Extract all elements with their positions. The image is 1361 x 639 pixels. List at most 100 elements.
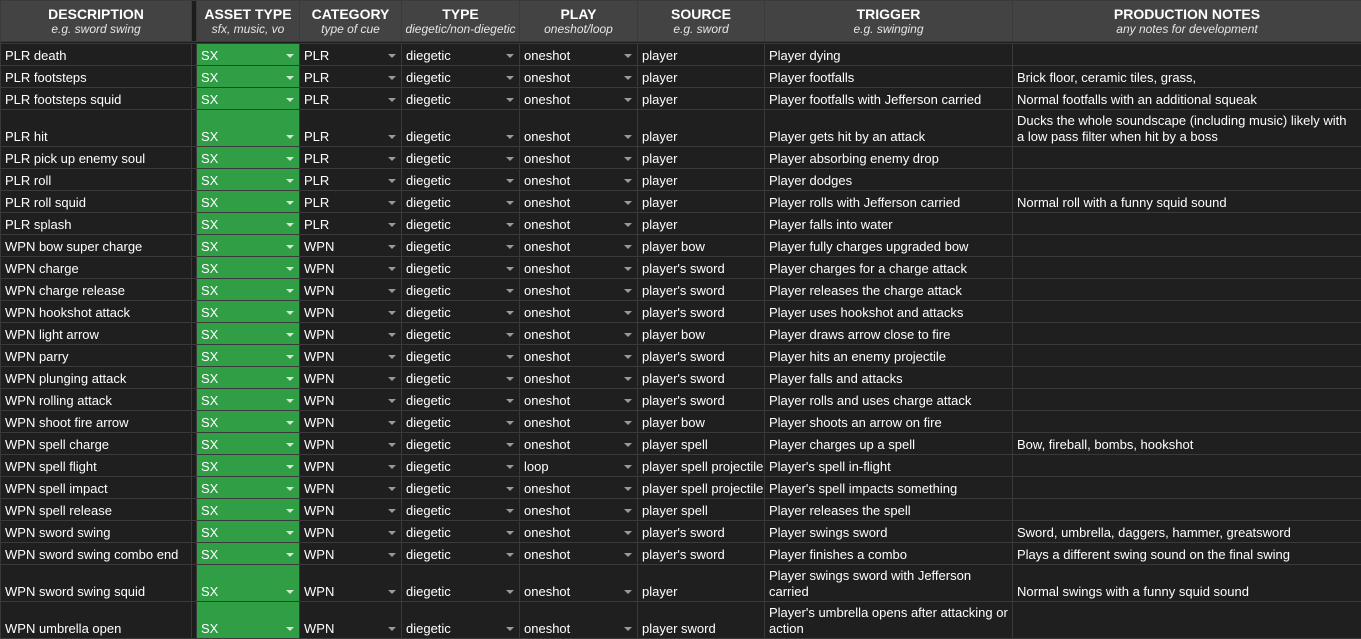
cell-category[interactable]: WPN: [300, 279, 402, 301]
cell-play[interactable]: oneshot: [520, 323, 638, 345]
dropdown-arrow-icon[interactable]: [388, 399, 396, 403]
cell-category[interactable]: WPN: [300, 433, 402, 455]
cell-production-notes[interactable]: Normal swings with a funny squid sound: [1013, 565, 1361, 602]
cell-category[interactable]: PLR: [300, 147, 402, 169]
cell-type[interactable]: diegetic: [402, 345, 520, 367]
cell-trigger[interactable]: Player rolls and uses charge attack: [765, 389, 1013, 411]
cell-production-notes[interactable]: Normal footfalls with an additional sque…: [1013, 88, 1361, 110]
dropdown-arrow-icon[interactable]: [506, 465, 514, 469]
cell-asset-type[interactable]: SX: [197, 66, 300, 88]
cell-play[interactable]: loop: [520, 455, 638, 477]
cell-source[interactable]: player's sword: [638, 257, 765, 279]
cell-type[interactable]: diegetic: [402, 367, 520, 389]
cell-category[interactable]: PLR: [300, 169, 402, 191]
dropdown-arrow-icon[interactable]: [286, 157, 294, 161]
cell-asset-type[interactable]: SX: [197, 543, 300, 565]
cell-asset-type[interactable]: SX: [197, 147, 300, 169]
cell-category[interactable]: PLR: [300, 44, 402, 66]
dropdown-arrow-icon[interactable]: [286, 377, 294, 381]
cell-production-notes[interactable]: [1013, 323, 1361, 345]
cell-production-notes[interactable]: [1013, 499, 1361, 521]
dropdown-arrow-icon[interactable]: [388, 355, 396, 359]
dropdown-arrow-icon[interactable]: [388, 421, 396, 425]
dropdown-arrow-icon[interactable]: [624, 487, 632, 491]
cell-production-notes[interactable]: Brick floor, ceramic tiles, grass,: [1013, 66, 1361, 88]
dropdown-arrow-icon[interactable]: [506, 590, 514, 594]
dropdown-arrow-icon[interactable]: [506, 377, 514, 381]
cell-category[interactable]: WPN: [300, 301, 402, 323]
dropdown-arrow-icon[interactable]: [388, 289, 396, 293]
cell-asset-type[interactable]: SX: [197, 433, 300, 455]
dropdown-arrow-icon[interactable]: [286, 487, 294, 491]
cell-asset-type[interactable]: SX: [197, 213, 300, 235]
dropdown-arrow-icon[interactable]: [506, 487, 514, 491]
dropdown-arrow-icon[interactable]: [388, 179, 396, 183]
cell-play[interactable]: oneshot: [520, 191, 638, 213]
dropdown-arrow-icon[interactable]: [286, 54, 294, 58]
cell-source[interactable]: player's sword: [638, 345, 765, 367]
cell-description[interactable]: PLR footsteps squid: [1, 88, 192, 110]
cell-asset-type[interactable]: SX: [197, 477, 300, 499]
cell-source[interactable]: player spell projectile: [638, 455, 765, 477]
dropdown-arrow-icon[interactable]: [286, 98, 294, 102]
cell-type[interactable]: diegetic: [402, 433, 520, 455]
dropdown-arrow-icon[interactable]: [624, 179, 632, 183]
dropdown-arrow-icon[interactable]: [624, 421, 632, 425]
dropdown-arrow-icon[interactable]: [388, 487, 396, 491]
dropdown-arrow-icon[interactable]: [624, 443, 632, 447]
dropdown-arrow-icon[interactable]: [388, 267, 396, 271]
cell-play[interactable]: oneshot: [520, 213, 638, 235]
cell-production-notes[interactable]: Normal roll with a funny squid sound: [1013, 191, 1361, 213]
cell-type[interactable]: diegetic: [402, 110, 520, 147]
cell-play[interactable]: oneshot: [520, 169, 638, 191]
cell-asset-type[interactable]: SX: [197, 367, 300, 389]
dropdown-arrow-icon[interactable]: [624, 399, 632, 403]
cell-play[interactable]: oneshot: [520, 433, 638, 455]
dropdown-arrow-icon[interactable]: [388, 333, 396, 337]
dropdown-arrow-icon[interactable]: [506, 333, 514, 337]
cell-source[interactable]: player: [638, 565, 765, 602]
cell-description[interactable]: WPN spell release: [1, 499, 192, 521]
cell-asset-type[interactable]: SX: [197, 301, 300, 323]
cell-trigger[interactable]: Player falls into water: [765, 213, 1013, 235]
cell-type[interactable]: diegetic: [402, 521, 520, 543]
dropdown-arrow-icon[interactable]: [388, 553, 396, 557]
dropdown-arrow-icon[interactable]: [506, 289, 514, 293]
cell-production-notes[interactable]: [1013, 213, 1361, 235]
dropdown-arrow-icon[interactable]: [286, 245, 294, 249]
cell-production-notes[interactable]: [1013, 235, 1361, 257]
dropdown-arrow-icon[interactable]: [624, 54, 632, 58]
cell-source[interactable]: player: [638, 110, 765, 147]
cell-asset-type[interactable]: SX: [197, 345, 300, 367]
cell-description[interactable]: WPN rolling attack: [1, 389, 192, 411]
cell-source[interactable]: player: [638, 66, 765, 88]
dropdown-arrow-icon[interactable]: [286, 531, 294, 535]
cell-type[interactable]: diegetic: [402, 602, 520, 639]
cell-asset-type[interactable]: SX: [197, 235, 300, 257]
dropdown-arrow-icon[interactable]: [624, 76, 632, 80]
cell-category[interactable]: WPN: [300, 521, 402, 543]
cell-trigger[interactable]: Player releases the charge attack: [765, 279, 1013, 301]
cell-source[interactable]: player spell: [638, 433, 765, 455]
dropdown-arrow-icon[interactable]: [624, 590, 632, 594]
cell-trigger[interactable]: Player rolls with Jefferson carried: [765, 191, 1013, 213]
dropdown-arrow-icon[interactable]: [506, 76, 514, 80]
cell-description[interactable]: PLR death: [1, 44, 192, 66]
dropdown-arrow-icon[interactable]: [506, 98, 514, 102]
dropdown-arrow-icon[interactable]: [506, 201, 514, 205]
dropdown-arrow-icon[interactable]: [624, 465, 632, 469]
dropdown-arrow-icon[interactable]: [286, 333, 294, 337]
cell-play[interactable]: oneshot: [520, 147, 638, 169]
dropdown-arrow-icon[interactable]: [624, 553, 632, 557]
cell-category[interactable]: WPN: [300, 389, 402, 411]
cell-asset-type[interactable]: SX: [197, 110, 300, 147]
cell-type[interactable]: diegetic: [402, 88, 520, 110]
cell-trigger[interactable]: Player shoots an arrow on fire: [765, 411, 1013, 433]
dropdown-arrow-icon[interactable]: [506, 223, 514, 227]
cell-trigger[interactable]: Player swings sword with Jefferson carri…: [765, 565, 1013, 602]
cell-type[interactable]: diegetic: [402, 257, 520, 279]
cell-production-notes[interactable]: [1013, 455, 1361, 477]
cell-play[interactable]: oneshot: [520, 279, 638, 301]
cell-production-notes[interactable]: [1013, 301, 1361, 323]
dropdown-arrow-icon[interactable]: [506, 531, 514, 535]
